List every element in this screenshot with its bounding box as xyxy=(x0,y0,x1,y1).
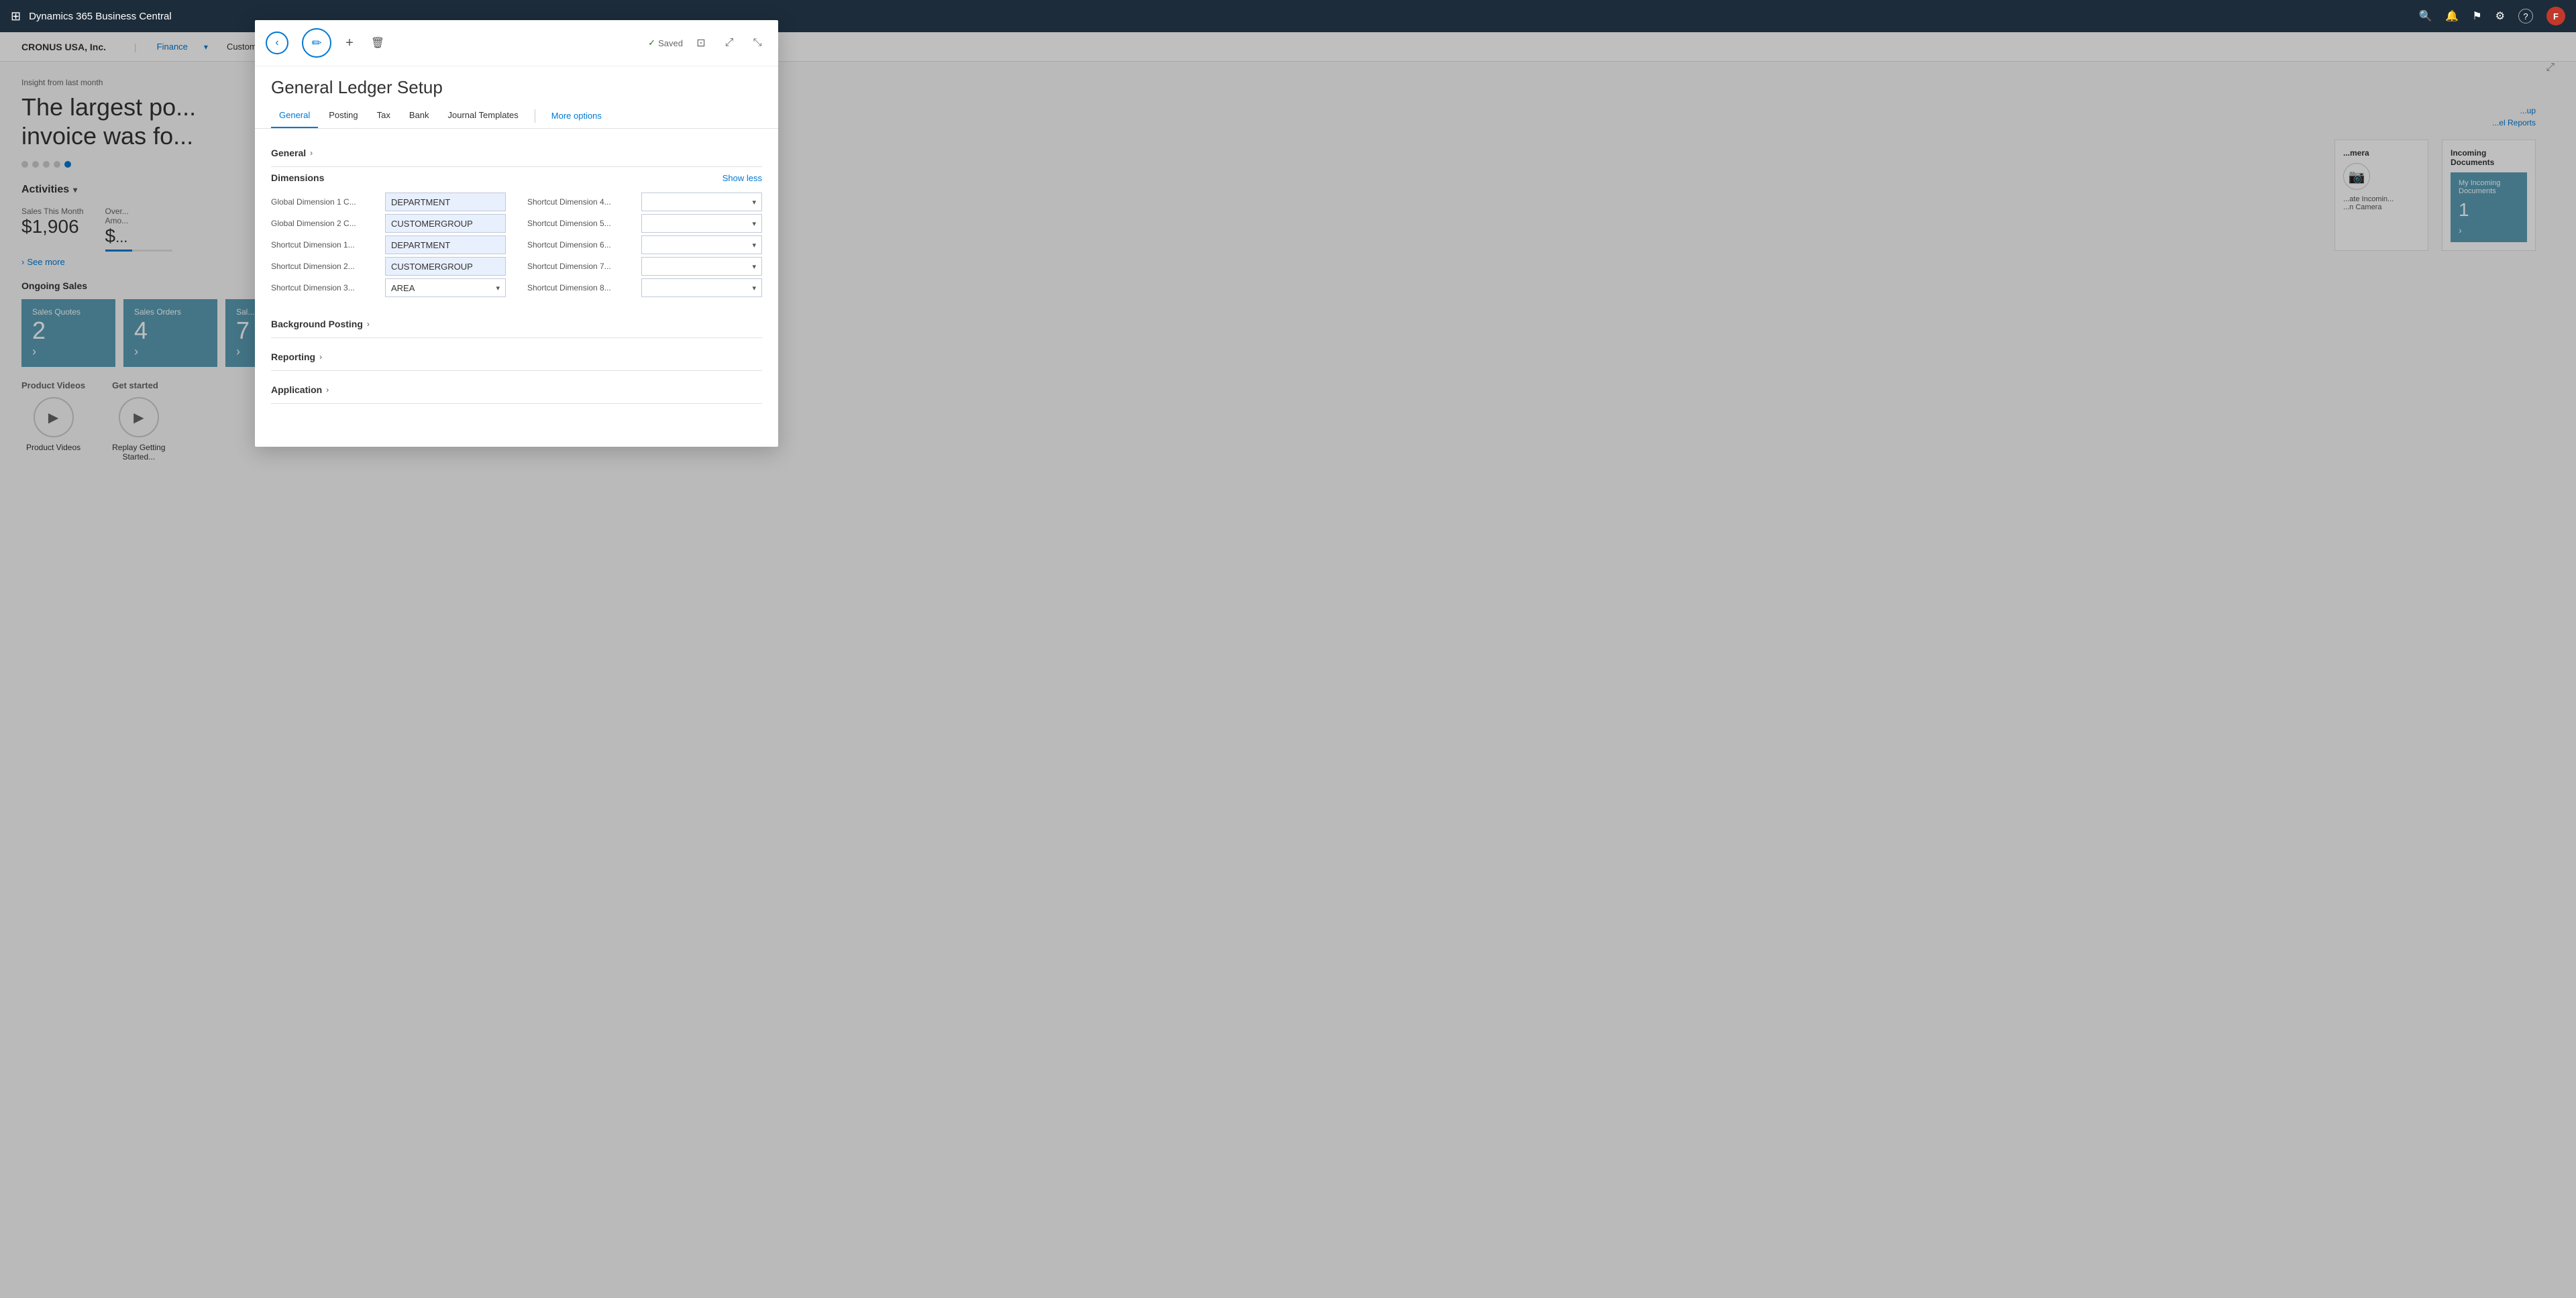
shortcut-dim-5-chevron: ▾ xyxy=(752,219,756,228)
grid-icon[interactable]: ⊞ xyxy=(11,9,21,23)
field-row-shortcut-7: Shortcut Dimension 7... ▾ xyxy=(527,257,762,276)
more-options-tab[interactable]: More options xyxy=(543,104,610,127)
show-less-link[interactable]: Show less xyxy=(722,173,762,183)
field-row-shortcut-5: Shortcut Dimension 5... ▾ xyxy=(527,214,762,233)
reporting-arrow: › xyxy=(319,352,322,362)
field-row-shortcut-3: Shortcut Dimension 3... AREA ▾ xyxy=(271,278,506,297)
dimensions-grid: Global Dimension 1 C... DEPARTMENT Globa… xyxy=(271,193,762,300)
shortcut-dim-3-chevron: ▾ xyxy=(496,284,500,292)
shortcut-dim-6-chevron: ▾ xyxy=(752,241,756,250)
back-button[interactable]: ‹ xyxy=(266,32,288,54)
dimensions-title: Dimensions xyxy=(271,172,324,183)
shortcut-dim-3-select[interactable]: AREA ▾ xyxy=(385,278,506,297)
open-new-window-icon[interactable]: ⤢ xyxy=(719,33,739,53)
shortcut-dim-2-value[interactable]: CUSTOMERGROUP xyxy=(385,257,506,276)
search-icon[interactable]: 🔍 xyxy=(2418,9,2432,23)
reporting-title: Reporting xyxy=(271,351,315,362)
tab-bank[interactable]: Bank xyxy=(401,103,437,128)
shortcut-dim-8-label: Shortcut Dimension 8... xyxy=(527,283,635,292)
app-title: Dynamics 365 Business Central xyxy=(29,11,172,22)
global-dim-1-value[interactable]: DEPARTMENT xyxy=(385,193,506,211)
dimensions-left-col: Global Dimension 1 C... DEPARTMENT Globa… xyxy=(271,193,506,300)
modal-body: General › Dimensions Show less Global Di… xyxy=(255,129,778,420)
application-arrow: › xyxy=(326,385,329,394)
modal-tabs: General Posting Tax Bank Journal Templat… xyxy=(255,103,778,129)
shortcut-dim-1-label: Shortcut Dimension 1... xyxy=(271,240,378,250)
general-section: General › xyxy=(271,140,762,167)
application-header[interactable]: Application › xyxy=(271,376,762,403)
shortcut-dim-8-chevron: ▾ xyxy=(752,284,756,292)
shortcut-dim-1-value[interactable]: DEPARTMENT xyxy=(385,235,506,254)
modal-title: General Ledger Setup xyxy=(255,66,778,103)
tab-journal-templates[interactable]: Journal Templates xyxy=(440,103,527,128)
gear-icon[interactable]: ⚙ xyxy=(2496,9,2505,23)
shortcut-dim-5-label: Shortcut Dimension 5... xyxy=(527,219,635,228)
field-row-shortcut-8: Shortcut Dimension 8... ▾ xyxy=(527,278,762,297)
field-row-global-dim-2: Global Dimension 2 C... CUSTOMERGROUP xyxy=(271,214,506,233)
user-avatar[interactable]: F xyxy=(2546,7,2565,25)
top-nav-icons: 🔍 🔔 ⚑ ⚙ ? F xyxy=(2418,7,2565,25)
edit-button[interactable]: ✏ xyxy=(302,28,331,58)
application-title: Application xyxy=(271,384,322,395)
dimensions-right-col: Shortcut Dimension 4... ▾ Shortcut Dimen… xyxy=(527,193,762,300)
fullscreen-icon[interactable]: ⤡ xyxy=(747,33,767,53)
bookmark-icon[interactable]: ⊡ xyxy=(691,33,711,53)
shortcut-dim-7-label: Shortcut Dimension 7... xyxy=(527,262,635,271)
application-section: Application › xyxy=(271,376,762,404)
dimensions-header: Dimensions Show less xyxy=(271,172,762,183)
shortcut-dim-4-chevron: ▾ xyxy=(752,198,756,207)
global-dim-2-label: Global Dimension 2 C... xyxy=(271,219,378,228)
flag-icon[interactable]: ⚑ xyxy=(2472,9,2481,23)
field-row-shortcut-6: Shortcut Dimension 6... ▾ xyxy=(527,235,762,254)
field-row-shortcut-2: Shortcut Dimension 2... CUSTOMERGROUP xyxy=(271,257,506,276)
shortcut-dim-5-select[interactable]: ▾ xyxy=(641,214,762,233)
shortcut-dim-3-value: AREA xyxy=(391,283,415,293)
help-icon[interactable]: ? xyxy=(2518,9,2533,23)
global-dim-2-value[interactable]: CUSTOMERGROUP xyxy=(385,214,506,233)
shortcut-dim-4-label: Shortcut Dimension 4... xyxy=(527,197,635,207)
reporting-header[interactable]: Reporting › xyxy=(271,343,762,370)
global-dim-1-label: Global Dimension 1 C... xyxy=(271,197,378,207)
saved-label: Saved xyxy=(658,38,683,48)
background-posting-title: Background Posting xyxy=(271,319,363,329)
shortcut-dim-3-label: Shortcut Dimension 3... xyxy=(271,283,378,292)
tab-tax[interactable]: Tax xyxy=(369,103,398,128)
add-button[interactable]: + xyxy=(339,33,360,53)
background-posting-section: Background Posting › xyxy=(271,311,762,338)
general-section-title: General xyxy=(271,148,306,158)
tab-posting[interactable]: Posting xyxy=(321,103,366,128)
shortcut-dim-7-chevron: ▾ xyxy=(752,262,756,271)
shortcut-dim-6-select[interactable]: ▾ xyxy=(641,235,762,254)
shortcut-dim-2-label: Shortcut Dimension 2... xyxy=(271,262,378,271)
modal-toolbar: ‹ ✏ + 🗑 ✓ Saved ⊡ ⤢ ⤡ xyxy=(255,20,778,66)
delete-button[interactable]: 🗑 xyxy=(368,33,388,53)
field-row-shortcut-1: Shortcut Dimension 1... DEPARTMENT xyxy=(271,235,506,254)
field-row-shortcut-4: Shortcut Dimension 4... ▾ xyxy=(527,193,762,211)
background-posting-header[interactable]: Background Posting › xyxy=(271,311,762,337)
general-section-header[interactable]: General › xyxy=(271,140,762,166)
shortcut-dim-6-label: Shortcut Dimension 6... xyxy=(527,240,635,250)
general-ledger-setup-modal: ‹ ✏ + 🗑 ✓ Saved ⊡ ⤢ ⤡ General Ledger Set… xyxy=(255,20,778,447)
general-section-arrow: › xyxy=(310,148,313,158)
shortcut-dim-8-select[interactable]: ▾ xyxy=(641,278,762,297)
reporting-section: Reporting › xyxy=(271,343,762,371)
shortcut-dim-7-select[interactable]: ▾ xyxy=(641,257,762,276)
bell-icon[interactable]: 🔔 xyxy=(2445,9,2459,23)
saved-checkmark: ✓ xyxy=(648,38,655,48)
background-posting-arrow: › xyxy=(367,319,370,329)
saved-indicator: ✓ Saved xyxy=(648,38,683,48)
tab-general[interactable]: General xyxy=(271,103,318,128)
shortcut-dim-4-select[interactable]: ▾ xyxy=(641,193,762,211)
field-row-global-dim-1: Global Dimension 1 C... DEPARTMENT xyxy=(271,193,506,211)
dimensions-section: Dimensions Show less Global Dimension 1 … xyxy=(271,172,762,300)
modal-action-buttons: ✓ Saved ⊡ ⤢ ⤡ xyxy=(648,33,767,53)
